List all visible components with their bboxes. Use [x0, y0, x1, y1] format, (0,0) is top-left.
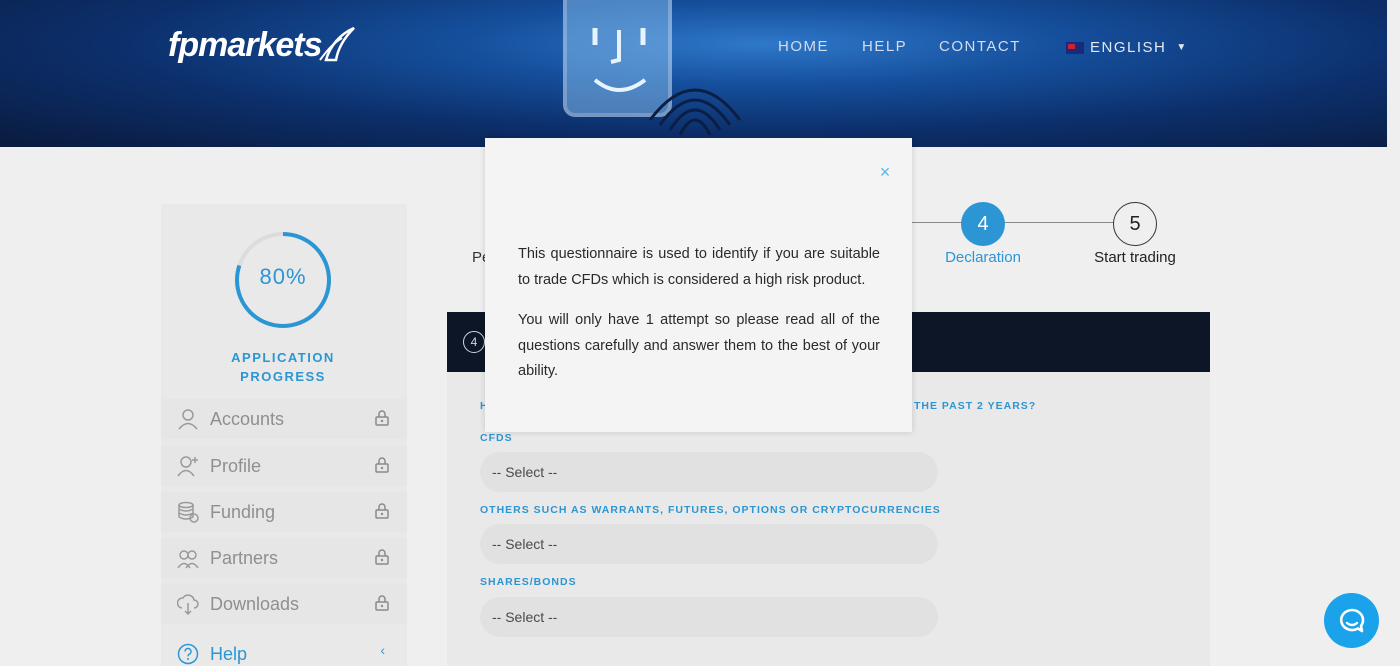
info-modal: × This questionnaire is used to identify…: [485, 138, 912, 432]
chat-bubble-icon: [1339, 608, 1364, 632]
close-icon[interactable]: ×: [877, 163, 893, 181]
modal-paragraph-2: You will only have 1 attempt so please r…: [518, 312, 880, 379]
modal-paragraph-1: This questionnaire is used to identify i…: [518, 246, 880, 288]
chat-button[interactable]: [1324, 593, 1379, 648]
